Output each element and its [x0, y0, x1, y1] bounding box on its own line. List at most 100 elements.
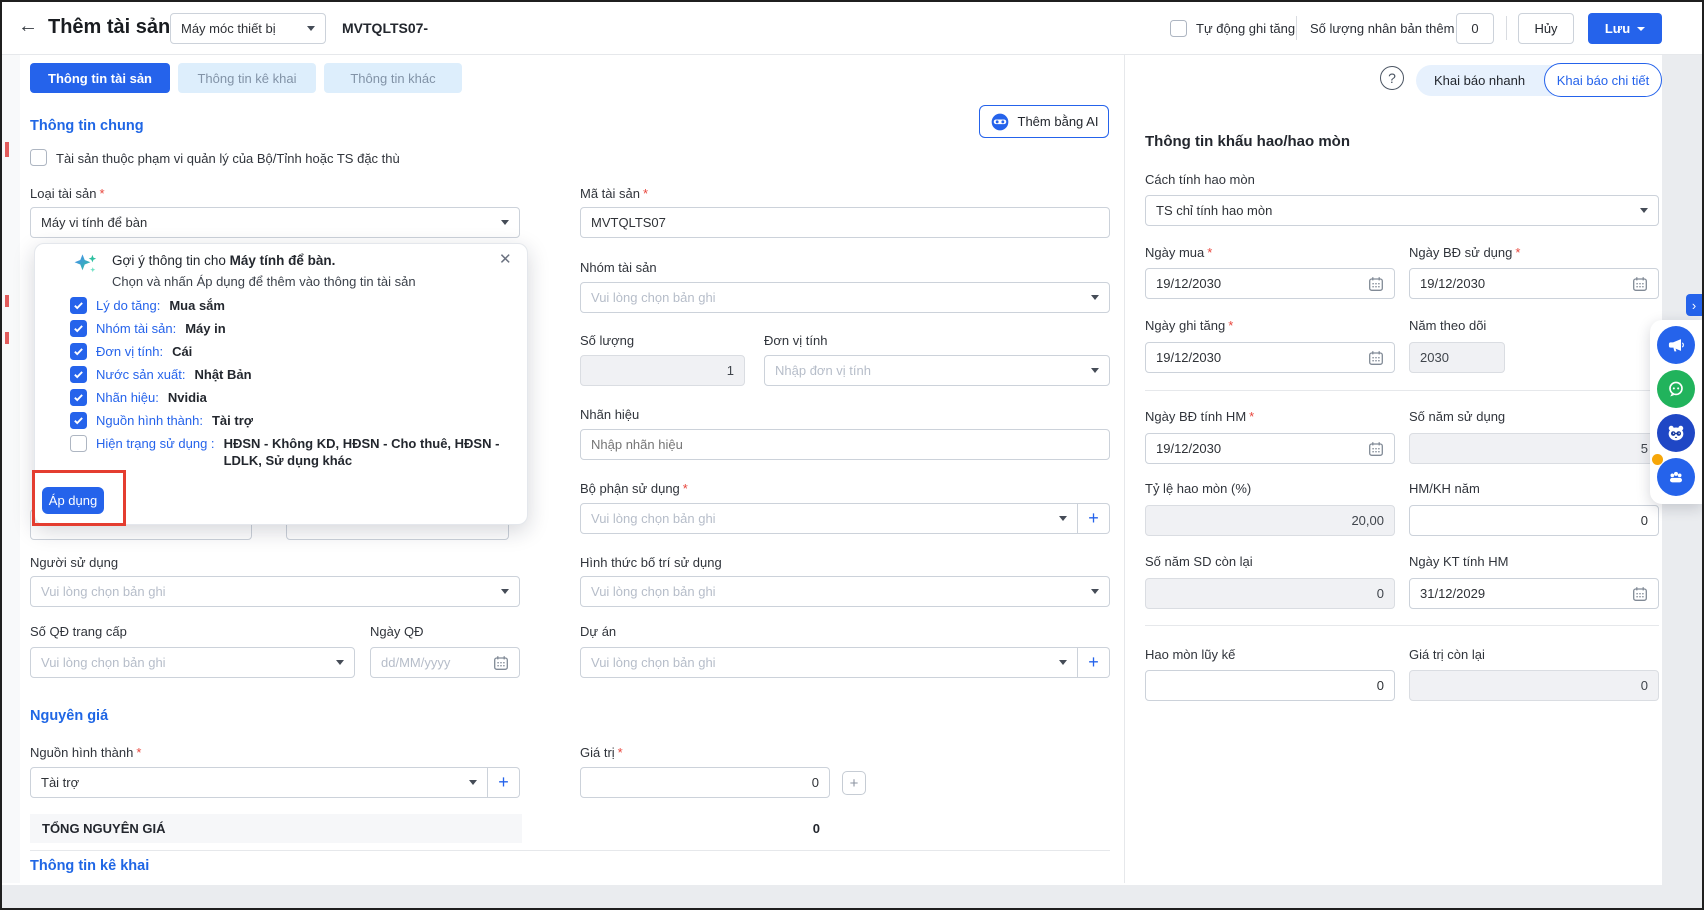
nhom-tai-san-select[interactable]: Vui lòng chọn bản ghi [580, 282, 1110, 313]
loai-tai-san-select[interactable]: Máy vi tính để bàn [30, 207, 520, 238]
ma-tai-san-input[interactable] [580, 207, 1110, 238]
bo-phan-su-dung-select[interactable]: Vui lòng chọn bản ghi [580, 503, 1078, 534]
cancel-button[interactable]: Hủy [1518, 13, 1574, 44]
don-vi-tinh-combobox[interactable]: Nhập đơn vị tính [764, 355, 1110, 386]
popup-suggestion-item: Nước sản xuất: Nhật Bản [70, 366, 252, 383]
notification-dot [1652, 454, 1663, 465]
app-window: ← Thêm tài sản Máy móc thiết bị MVTQLTS0… [2, 2, 1702, 908]
so-qd-select[interactable]: Vui lòng chọn bản ghi [30, 647, 355, 678]
panda-assistant-icon[interactable] [1657, 414, 1695, 452]
hinh-thuc-select[interactable]: Vui lòng chọn bản ghi [580, 576, 1110, 607]
bo-phan-su-dung-group: Vui lòng chọn bản ghi + [580, 503, 1110, 534]
suggestion-checkbox[interactable] [70, 435, 87, 452]
so-nam-con-lai-input: 0 [1145, 578, 1395, 609]
popup-title: Gợi ý thông tin cho Máy tính để bàn. [112, 253, 335, 268]
chevron-down-icon [307, 26, 315, 31]
auto-increase-label: Tự động ghi tăng [1196, 21, 1295, 36]
suggestion-checkbox[interactable] [70, 412, 87, 429]
back-arrow-icon[interactable]: ← [18, 15, 38, 38]
help-icon[interactable]: ? [1380, 66, 1404, 90]
sparkle-ai-icon [72, 252, 100, 280]
ai-assistant-icon [990, 112, 1010, 132]
chat-support-icon[interactable] [1657, 370, 1695, 408]
save-button[interactable]: Lưu [1588, 13, 1662, 44]
so-luong-label: Số lượng [580, 333, 634, 348]
toggle-quick-option[interactable]: Khai báo nhanh [1434, 73, 1525, 88]
tab-thong-tin-tai-san[interactable]: Thông tin tài sản [30, 63, 170, 93]
suggestion-checkbox[interactable] [70, 320, 87, 337]
chevron-down-icon [1059, 516, 1067, 521]
add-nguon-button[interactable]: + [488, 767, 520, 798]
hao-mon-luy-ke-input[interactable] [1145, 670, 1395, 701]
gutter-error-marker [5, 332, 9, 344]
add-gia-tri-button[interactable]: + [842, 771, 866, 795]
popup-suggestion-item: Lý do tăng: Mua sắm [70, 297, 225, 314]
add-du-an-button[interactable]: + [1078, 647, 1110, 678]
loai-tai-san-label: Loại tài sản* [30, 186, 105, 201]
suggestion-checkbox[interactable] [70, 343, 87, 360]
calendar-icon[interactable] [1632, 586, 1648, 602]
total-cost-label: TỔNG NGUYÊN GIÁ [42, 821, 166, 836]
section-title-declare: Thông tin kê khai [30, 858, 149, 874]
bottom-section-line [30, 850, 1110, 851]
nguoi-su-dung-select[interactable]: Vui lòng chọn bản ghi [30, 576, 520, 607]
nguon-hinh-thanh-select[interactable]: Tài trợ [30, 767, 488, 798]
add-bo-phan-button[interactable]: + [1078, 503, 1110, 534]
du-an-label: Dự án [580, 624, 616, 639]
asset-code-prefix: MVTQLTS07- [342, 20, 428, 36]
asset-category-select[interactable]: Máy móc thiết bị [170, 13, 326, 44]
section-title-cost: Nguyên giá [30, 708, 108, 724]
toggle-detail-option[interactable]: Khai báo chi tiết [1544, 63, 1662, 97]
calendar-icon[interactable] [1632, 276, 1648, 292]
popup-suggestion-item: Đơn vị tính: Cái [70, 343, 192, 360]
nhan-hieu-label: Nhãn hiệu [580, 407, 639, 422]
calendar-icon[interactable] [1368, 441, 1384, 457]
chevron-down-icon [1059, 660, 1067, 665]
nguon-hinh-thanh-group: Tài trợ + [30, 767, 520, 798]
calendar-icon[interactable] [493, 655, 509, 671]
gutter-error-marker [5, 142, 9, 157]
ngay-kt-hm-date-input[interactable]: 31/12/2029 [1409, 578, 1659, 609]
hao-mon-luy-ke-label: Hao mòn lũy kế [1145, 647, 1235, 662]
ngay-mua-label: Ngày mua* [1145, 245, 1212, 260]
ngay-bd-sd-date-input[interactable]: 19/12/2030 [1409, 268, 1659, 299]
cach-tinh-select[interactable]: TS chỉ tính hao mòn [1145, 195, 1659, 226]
so-nam-sd-input: 5 [1409, 433, 1659, 464]
scope-checkbox[interactable] [30, 149, 47, 166]
announcement-icon[interactable] [1657, 326, 1695, 364]
asset-category-value: Máy móc thiết bị [181, 21, 276, 36]
gia-tri-input[interactable] [580, 767, 830, 798]
tab-thong-tin-khac[interactable]: Thông tin khác [324, 63, 462, 93]
ngay-qd-date-input[interactable]: dd/MM/yyyy [370, 647, 520, 678]
section-title-depreciation: Thông tin khấu hao/hao mòn [1145, 133, 1350, 150]
ngay-bd-hm-date-input[interactable]: 19/12/2030 [1145, 433, 1395, 464]
total-cost-value: 0 [580, 821, 820, 836]
tab-thong-tin-ke-khai[interactable]: Thông tin kê khai [178, 63, 316, 93]
suggestion-checkbox[interactable] [70, 366, 87, 383]
apply-button[interactable]: Áp dụng [42, 487, 104, 514]
hm-kh-nam-input[interactable] [1409, 505, 1659, 536]
so-luong-input: 1 [580, 355, 745, 386]
gia-tri-con-lai-input: 0 [1409, 670, 1659, 701]
du-an-select[interactable]: Vui lòng chọn bản ghi [580, 647, 1078, 678]
ngay-qd-label: Ngày QĐ [370, 624, 423, 639]
don-vi-tinh-label: Đơn vị tính [764, 333, 827, 348]
gia-tri-con-lai-label: Giá trị còn lại [1409, 647, 1485, 662]
clone-count-input[interactable] [1456, 13, 1494, 44]
calendar-icon[interactable] [1368, 350, 1384, 366]
expand-panel-tab[interactable]: › [1686, 294, 1702, 316]
ma-tai-san-label: Mã tài sản* [580, 186, 648, 201]
popup-close-icon[interactable]: ✕ [499, 250, 512, 268]
auto-increase-checkbox[interactable] [1170, 20, 1187, 37]
nhan-hieu-input[interactable] [580, 429, 1110, 460]
suggestion-checkbox[interactable] [70, 297, 87, 314]
ngay-mua-date-input[interactable]: 19/12/2030 [1145, 268, 1395, 299]
panel-divider-line [1145, 625, 1659, 626]
suggestion-checkbox[interactable] [70, 389, 87, 406]
ngay-ghi-tang-date-input[interactable]: 19/12/2030 [1145, 342, 1395, 373]
ngay-bd-sd-label: Ngày BĐ sử dụng* [1409, 245, 1520, 260]
community-icon[interactable] [1657, 458, 1695, 496]
add-with-ai-button[interactable]: Thêm bằng AI [979, 105, 1109, 138]
calendar-icon[interactable] [1368, 276, 1384, 292]
clone-count-label: Số lượng nhân bản thêm [1310, 21, 1454, 36]
